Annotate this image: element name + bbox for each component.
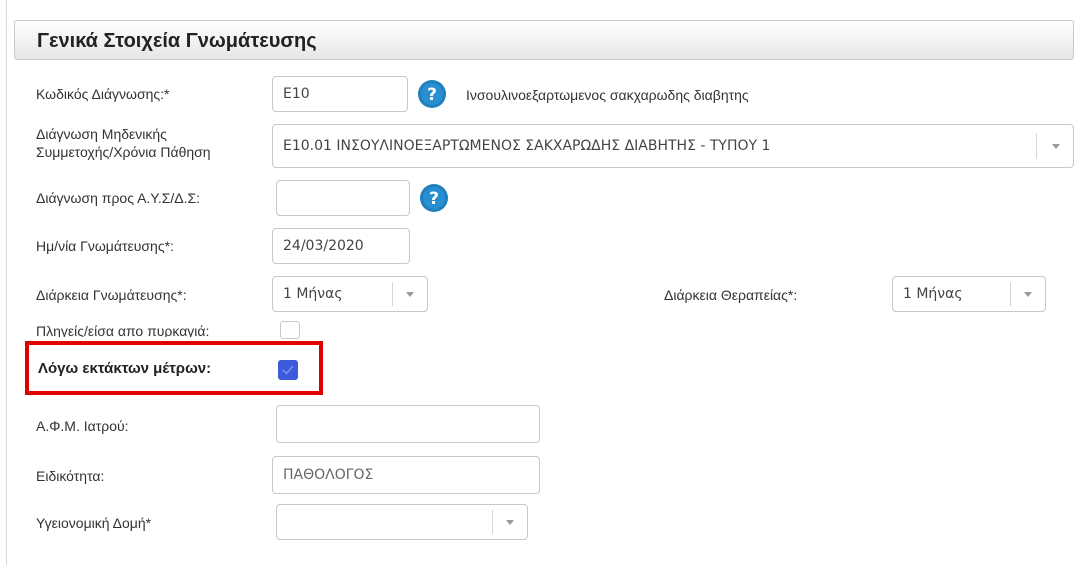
diagnosis-code-input[interactable]: [272, 76, 408, 112]
check-icon: [282, 365, 294, 375]
chevron-down-icon: [1024, 292, 1032, 297]
specialty-label: Ειδικότητα:: [36, 468, 105, 484]
prescription-form-page: Γενικά Στοιχεία Γνωμάτευσης Κωδικός Διάγ…: [0, 0, 1083, 565]
zero-participation-label-line2: Συμμετοχής/Χρόνια Πάθηση: [36, 144, 211, 160]
zero-participation-label-line1: Διάγνωση Μηδενικής: [36, 126, 167, 142]
therapy-duration-label: Διάρκεια Θεραπείας*:: [664, 287, 798, 303]
specialty-input[interactable]: [272, 456, 540, 494]
therapy-duration-select[interactable]: 1 Μήνας: [892, 276, 1046, 312]
opinion-duration-select[interactable]: 1 Μήνας: [272, 276, 428, 312]
ays-diagnosis-input[interactable]: [276, 180, 410, 216]
chevron-down-icon: [1052, 144, 1060, 149]
panel-header: Γενικά Στοιχεία Γνωμάτευσης: [14, 20, 1074, 60]
doctor-afm-input[interactable]: [276, 405, 540, 443]
left-border: [6, 0, 7, 565]
doctor-afm-label: Α.Φ.Μ. Ιατρού:: [36, 418, 129, 434]
health-unit-label: Υγειονομική Δομή*: [36, 515, 152, 531]
panel-title: Γενικά Στοιχεία Γνωμάτευσης: [37, 30, 317, 52]
chevron-down-icon: [406, 292, 414, 297]
health-unit-dropdown-toggle[interactable]: [492, 510, 527, 534]
svg-text:?: ?: [429, 189, 439, 209]
opinion-duration-label: Διάρκεια Γνωμάτευσης*:: [36, 287, 187, 303]
opinion-date-input[interactable]: [272, 228, 410, 264]
opinion-date-label: Ημ/νία Γνωμάτευσης*:: [36, 238, 174, 254]
chevron-down-icon: [506, 520, 514, 525]
zero-participation-selected: E10.01 ΙΝΣΟΥΛΙΝΟΕΞΑΡΤΩΜΕΝΟΣ ΣΑΚΧΑΡΩΔΗΣ Δ…: [283, 138, 771, 154]
emergency-measures-label: Λόγω εκτάκτων μέτρων:: [38, 360, 212, 377]
health-unit-select[interactable]: [276, 504, 528, 540]
fire-victim-label: Πληγείς/είσα απο πυρκαγιά:: [36, 323, 210, 337]
opinion-duration-dropdown-toggle[interactable]: [392, 282, 427, 306]
opinion-duration-selected: 1 Μήνας: [283, 286, 343, 302]
fire-victim-checkbox[interactable]: [280, 321, 300, 339]
ays-diagnosis-label: Διάγνωση προς Α.Υ.Σ/Δ.Σ:: [36, 190, 201, 206]
therapy-duration-dropdown-toggle[interactable]: [1010, 282, 1045, 306]
zero-participation-select[interactable]: E10.01 ΙΝΣΟΥΛΙΝΟΕΞΑΡΤΩΜΕΝΟΣ ΣΑΚΧΑΡΩΔΗΣ Δ…: [272, 124, 1074, 168]
emergency-measures-checkbox[interactable]: [278, 360, 298, 380]
ays-diagnosis-help-icon[interactable]: ?: [419, 183, 449, 213]
diagnosis-code-label: Κωδικός Διάγνωσης:*: [36, 86, 170, 102]
svg-text:?: ?: [427, 85, 437, 105]
diagnosis-description: Ινσουλινοεξαρτωμενος σακχαρωδης διαβητης: [466, 87, 749, 103]
zero-participation-dropdown-toggle[interactable]: [1036, 133, 1073, 159]
diagnosis-code-help-icon[interactable]: ?: [417, 79, 447, 109]
therapy-duration-selected: 1 Μήνας: [903, 286, 963, 302]
